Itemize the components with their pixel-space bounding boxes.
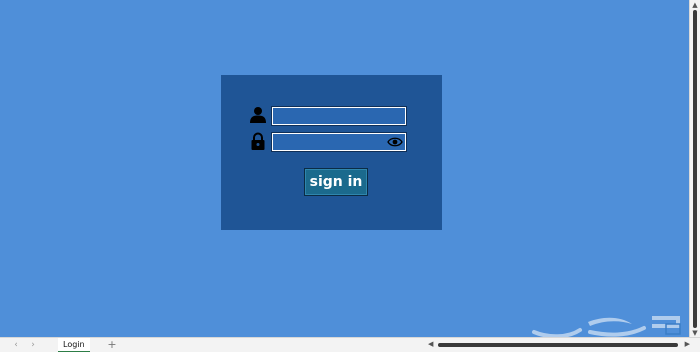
scroll-left-icon[interactable]: ◀ <box>428 340 433 349</box>
scroll-up-icon[interactable]: ▲ <box>691 1 699 9</box>
username-field[interactable] <box>271 106 407 129</box>
lock-icon <box>251 132 265 150</box>
vertical-scrollbar[interactable]: ▲ ▼ <box>689 0 700 338</box>
login-panel: sign in <box>221 75 442 230</box>
scroll-down-icon[interactable]: ▼ <box>691 329 699 337</box>
vertical-scroll-thumb[interactable] <box>693 10 697 328</box>
horizontal-scroll-thumb[interactable] <box>438 343 678 347</box>
eye-icon[interactable] <box>387 136 403 148</box>
watermark-logo <box>532 316 681 338</box>
previous-sheet-icon[interactable]: ‹ <box>10 338 22 352</box>
next-sheet-icon[interactable]: › <box>27 338 39 352</box>
user-icon <box>250 107 266 123</box>
sheet-tab-login[interactable]: Login <box>58 338 90 352</box>
password-input[interactable] <box>273 138 405 155</box>
sign-in-button[interactable]: sign in <box>304 168 368 196</box>
horizontal-scrollbar[interactable]: ◀ ▶ <box>428 340 690 349</box>
scroll-right-icon[interactable]: ▶ <box>685 340 690 349</box>
password-field[interactable] <box>271 132 407 155</box>
add-sheet-button[interactable]: + <box>106 338 118 352</box>
sheet-tab-bar: ‹ › Login + ◀ ▶ <box>0 337 700 352</box>
worksheet-canvas: sign in ▲ ▼ ‹ › Login + ◀ ▶ <box>0 0 700 352</box>
username-input[interactable] <box>273 112 405 129</box>
